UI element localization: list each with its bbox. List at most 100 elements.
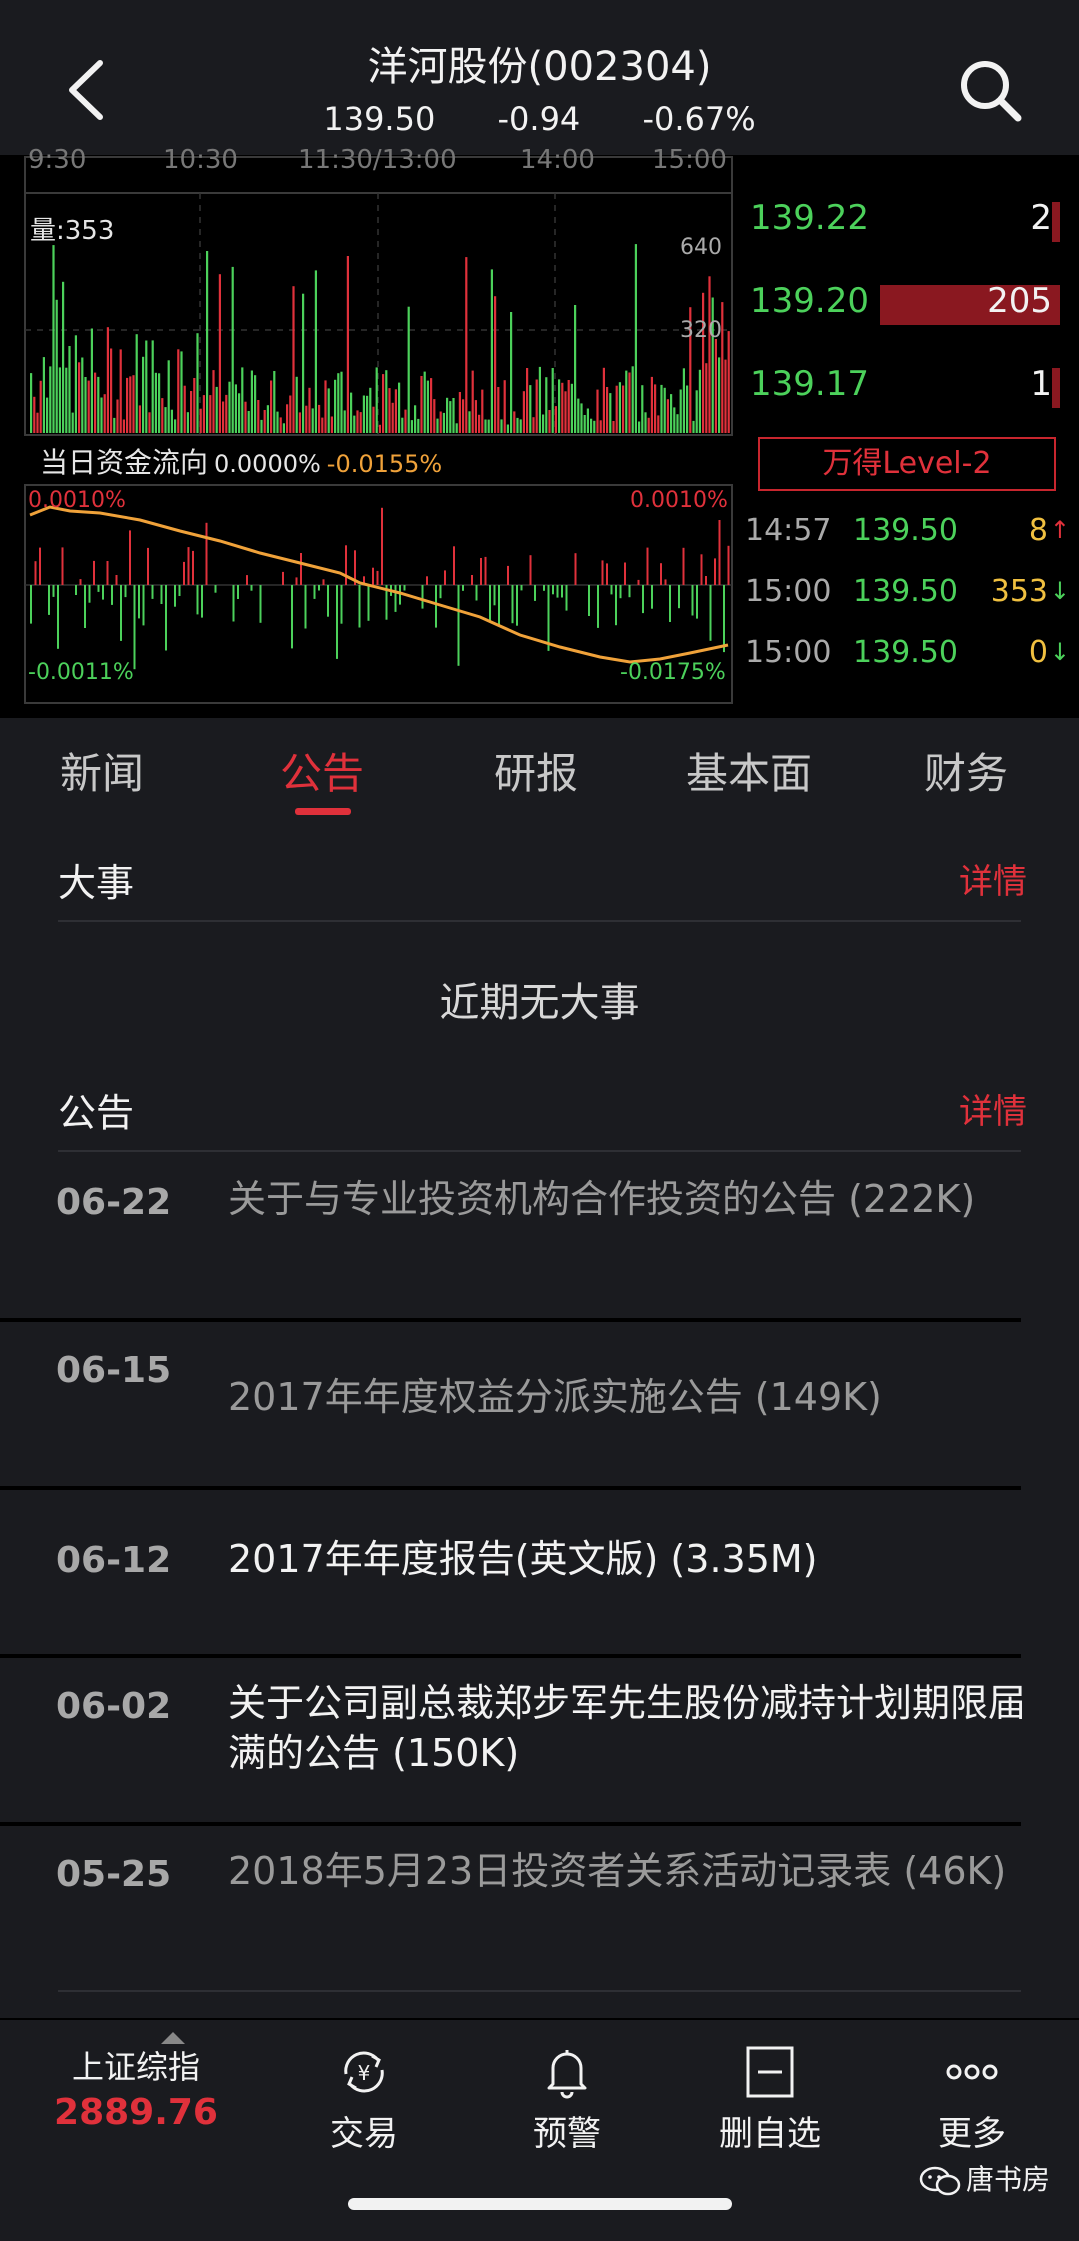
flow-bar — [84, 585, 86, 628]
volume-bar — [30, 373, 33, 433]
volume-bar — [474, 400, 477, 433]
announcement-item[interactable]: 05-25 2018年5月23日投资者关系活动记录表 (46K) — [0, 1824, 1079, 1990]
volume-bar — [324, 380, 327, 433]
order-book-row[interactable]: 139.20 205 — [750, 281, 1060, 331]
more-button[interactable]: 更多 — [872, 2044, 1072, 2155]
announcement-item[interactable]: 06-12 2017年年度报告(英文版) (3.35M) — [0, 1488, 1079, 1654]
tick-row: 15:00 139.50 353 ↓ — [745, 574, 1070, 618]
announcements-detail-link[interactable]: 详情 — [959, 1084, 1027, 1133]
flow-bar — [322, 579, 325, 585]
volume-bar — [426, 380, 429, 433]
announcement-title: 关于公司副总裁郑步军先生股份减持计划期限届满的公告 (150K) — [228, 1681, 1027, 1775]
tab-research[interactable]: 研报 — [494, 740, 578, 801]
flow-bar — [628, 585, 631, 598]
volume-bar — [446, 397, 449, 433]
flow-bar — [48, 585, 50, 615]
volume-bar — [228, 381, 231, 433]
tab-announcements[interactable]: 公告 — [280, 740, 364, 801]
index-ticker-button[interactable]: 上证综指 2889.76 — [36, 2020, 236, 2133]
volume-bar — [263, 410, 266, 433]
quote-summary: 139.50 -0.94 -0.67% — [0, 100, 1079, 138]
announcement-item[interactable]: 06-15 2017年年度权益分派实施公告 (149K) — [0, 1320, 1079, 1486]
tick-price: 139.50 — [853, 513, 958, 548]
announcement-content: 大事 详情 近期无大事 公告 详情 06-22 关于与专业投资机构合作投资的公告… — [0, 818, 1079, 2018]
volume-bar — [231, 266, 234, 433]
trade-button[interactable]: ¥ 交易 — [264, 2044, 464, 2155]
announcement-item[interactable]: 06-02 关于公司副总裁郑步军先生股份减持计划期限届满的公告 (150K) — [0, 1656, 1079, 1822]
volume-bar — [314, 270, 317, 433]
search-button[interactable] — [955, 55, 1025, 125]
volume-bar — [260, 419, 263, 433]
flow-bar — [507, 565, 509, 585]
price-change-pct: -0.67% — [642, 100, 756, 138]
volume-bar — [87, 380, 90, 433]
flow-bar — [30, 585, 32, 624]
tab-news[interactable]: 新闻 — [60, 740, 144, 801]
order-book-row[interactable]: 139.17 1 — [750, 364, 1060, 414]
volume-bar — [241, 367, 244, 433]
events-detail-link[interactable]: 详情 — [959, 854, 1027, 903]
home-indicator[interactable] — [348, 2198, 732, 2210]
volume-bar — [542, 414, 545, 433]
volume-bar — [311, 408, 314, 433]
volume-tick-320: 320 — [680, 318, 722, 343]
volume-bar — [506, 424, 509, 433]
volume-bar — [292, 286, 295, 433]
flow-bar — [345, 545, 347, 585]
flow-bar — [187, 547, 190, 585]
time-label-1030: 10:30 — [163, 145, 238, 175]
flow-bar — [700, 554, 703, 585]
volume-bar — [46, 397, 49, 433]
flow-bottom-left: -0.0011% — [28, 660, 134, 685]
flow-bar — [552, 585, 554, 595]
flow-bar — [129, 530, 131, 585]
remove-watchlist-button[interactable]: 删自选 — [670, 2044, 870, 2155]
flow-bar — [79, 579, 82, 585]
flow-bar — [426, 576, 428, 585]
fund-flow-pct-2: -0.0155% — [326, 450, 443, 478]
volume-bar — [84, 377, 87, 433]
volume-bar — [471, 370, 474, 433]
flow-bar — [295, 577, 298, 585]
volume-bar — [218, 274, 221, 433]
volume-bar — [526, 368, 529, 433]
flow-bar — [462, 585, 464, 591]
volume-bar — [452, 398, 455, 433]
flow-bar — [475, 585, 478, 601]
alert-button[interactable]: 预警 — [467, 2044, 667, 2155]
volume-bar — [398, 382, 401, 433]
tab-fundamentals[interactable]: 基本面 — [686, 740, 812, 801]
flow-bar — [534, 585, 536, 601]
volume-bar — [407, 306, 410, 433]
announcement-item[interactable]: 06-22 关于与专业投资机构合作投资的公告 (222K) — [0, 1152, 1079, 1318]
tab-finance[interactable]: 财务 — [924, 740, 1008, 801]
order-book-qty-bar — [1052, 368, 1060, 408]
volume-bar — [564, 391, 567, 433]
flow-bar — [682, 547, 685, 585]
order-book-price: 139.22 — [750, 198, 869, 238]
fund-flow-pct-1: 0.0000% — [214, 450, 321, 478]
time-label-1400: 14:00 — [520, 145, 595, 175]
volume-bar — [65, 367, 68, 433]
volume-bar — [340, 371, 343, 433]
volume-bar — [100, 397, 103, 433]
volume-bar — [106, 327, 109, 433]
volume-bar — [97, 376, 100, 433]
tick-volume: 8 — [1028, 513, 1048, 548]
volume-bar — [692, 420, 695, 433]
volume-bar — [215, 386, 218, 433]
volume-bar — [55, 299, 58, 433]
order-book-row[interactable]: 139.22 2 — [750, 198, 1060, 248]
remove-watchlist-label: 删自选 — [719, 2114, 821, 2154]
level2-button[interactable]: 万得Level-2 — [758, 437, 1056, 491]
volume-bar — [583, 415, 586, 433]
flow-bar — [696, 585, 698, 619]
flow-bar — [606, 563, 608, 585]
volume-bar — [305, 405, 308, 433]
volume-bar — [638, 421, 641, 433]
volume-bar — [154, 372, 157, 433]
volume-bar — [193, 378, 196, 433]
volume-bar — [414, 405, 417, 433]
volume-bar — [145, 340, 148, 433]
volume-bar — [234, 384, 237, 433]
